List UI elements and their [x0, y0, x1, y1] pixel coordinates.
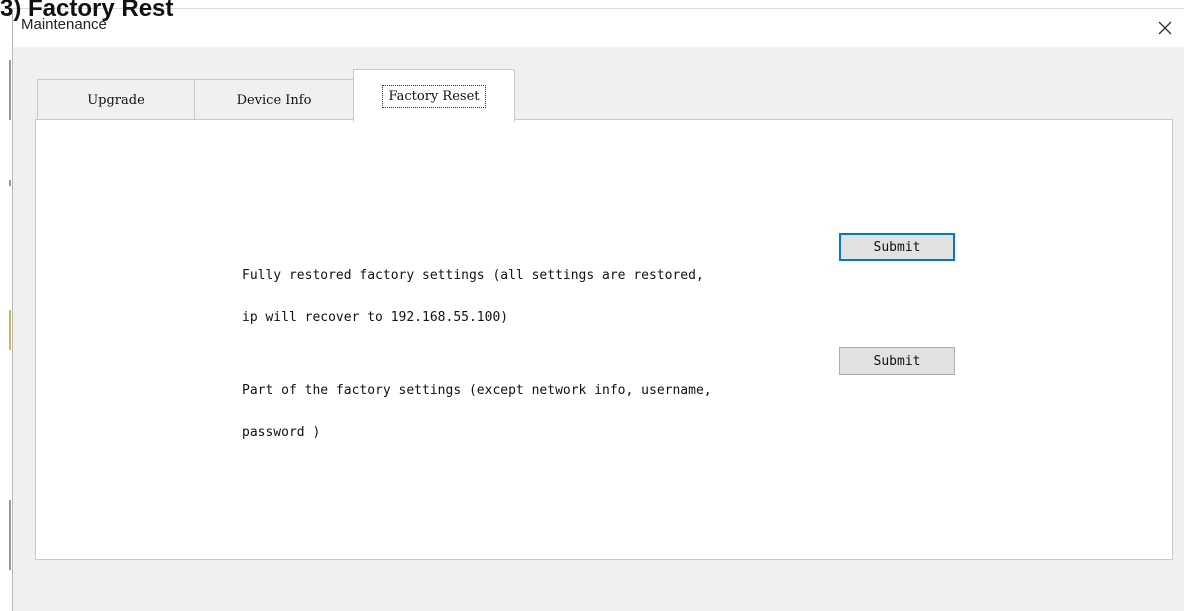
full-reset-line-2: ip will recover to 192.168.55.100) [242, 310, 509, 325]
tab-label: Device Info [236, 93, 312, 108]
edge-mark [9, 310, 11, 350]
full-reset-line-1: Fully restored factory settings (all set… [242, 268, 704, 283]
partial-reset-line-2: password ) [242, 425, 321, 440]
tab-upgrade[interactable]: Upgrade [37, 79, 195, 121]
factory-reset-panel: Fully restored factory settings (all set… [35, 119, 1173, 560]
full-reset-description: Fully restored factory settings (all set… [242, 241, 704, 353]
tab-device-info[interactable]: Device Info [194, 79, 354, 121]
left-edge-strip [0, 30, 12, 610]
tab-label: Factory Reset [381, 84, 487, 108]
maintenance-dialog: Maintenance Upgrade Device Info Factory … [12, 8, 1184, 611]
tab-factory-reset[interactable]: Factory Reset [353, 69, 515, 122]
close-icon [1158, 21, 1172, 35]
partial-reset-submit-button[interactable]: Submit [839, 347, 955, 375]
edge-mark [9, 500, 11, 570]
tab-label: Upgrade [87, 93, 145, 108]
partial-reset-line-1: Part of the factory settings (except net… [242, 383, 712, 398]
document-heading: 3) Factory Rest [0, 0, 174, 22]
full-reset-submit-button[interactable]: Submit [839, 233, 955, 261]
close-button[interactable] [1145, 9, 1184, 47]
title-bar: Maintenance [13, 9, 1184, 47]
edge-mark [9, 60, 11, 120]
edge-mark [9, 180, 11, 186]
partial-reset-description: Part of the factory settings (except net… [242, 356, 712, 468]
